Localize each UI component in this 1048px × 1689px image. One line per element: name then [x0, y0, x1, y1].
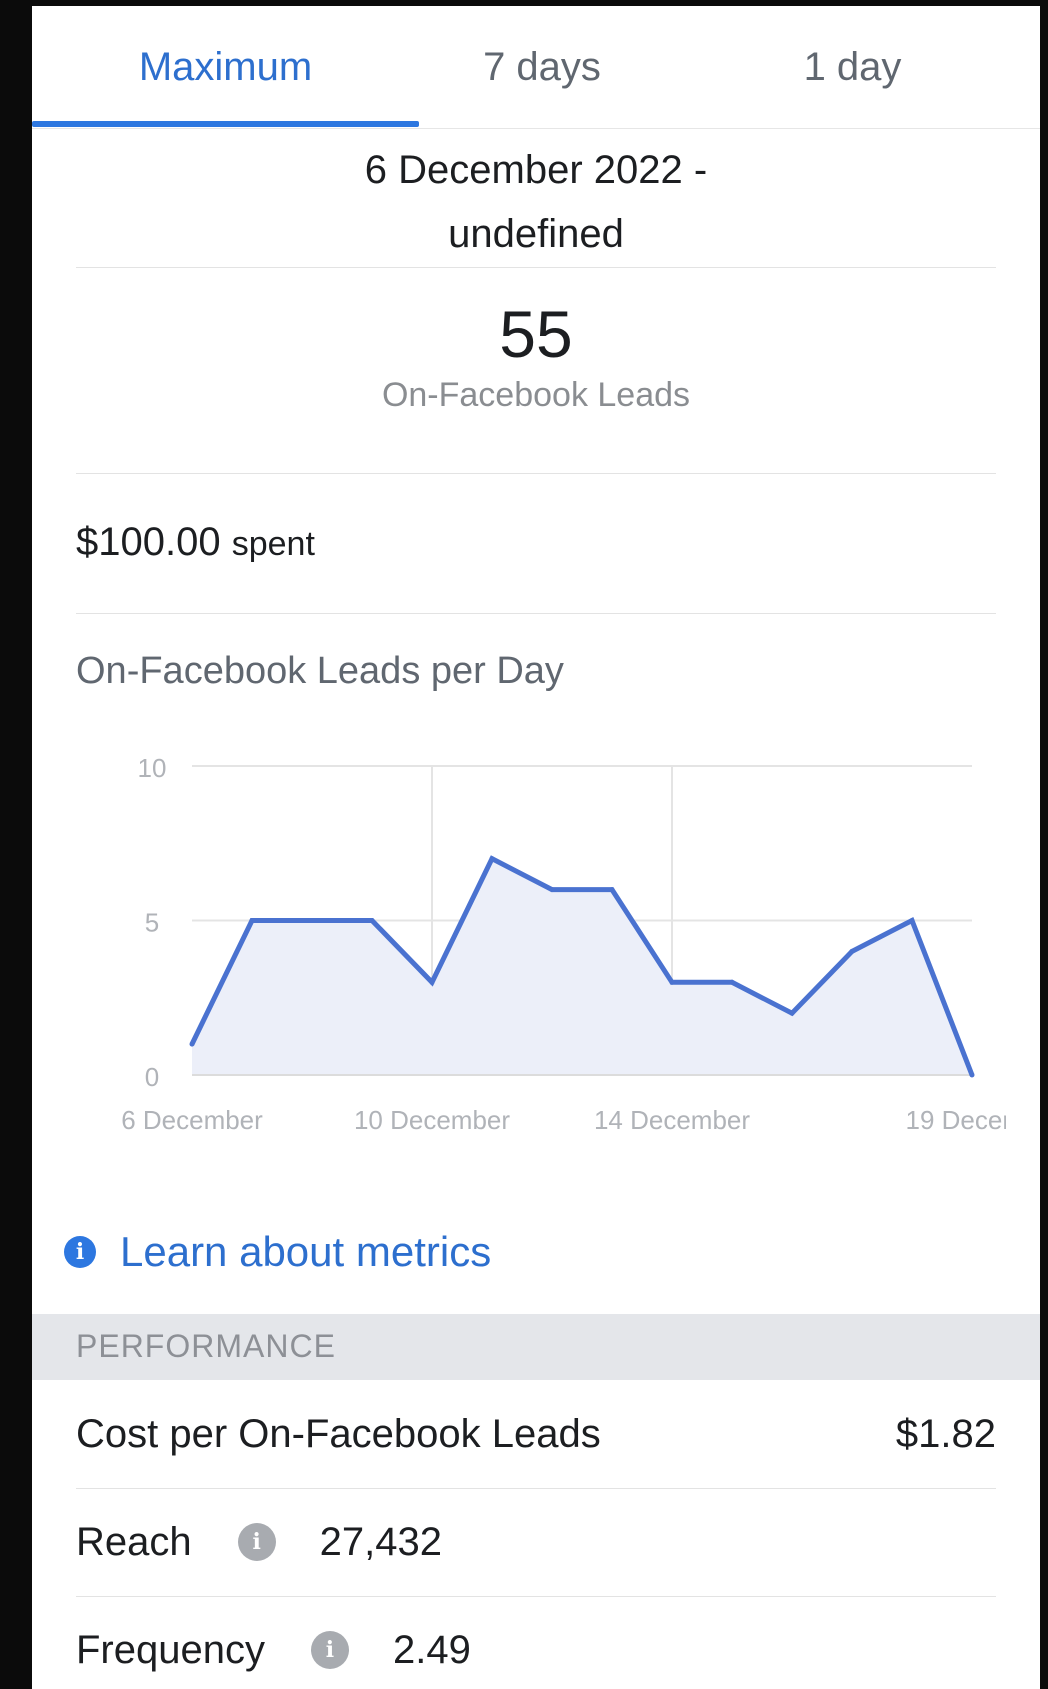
learn-about-metrics-label: Learn about metrics: [120, 1228, 492, 1275]
date-range-tabs: Maximum 7 days 1 day: [32, 6, 1040, 129]
reach-value: 27,432: [319, 1519, 442, 1564]
tab-maximum[interactable]: Maximum: [32, 6, 419, 128]
tab-1-day[interactable]: 1 day: [665, 6, 1040, 128]
data-point: [909, 918, 915, 923]
divider: [76, 267, 996, 268]
cost-per-lead-label: Cost per On-Facebook Leads: [76, 1411, 601, 1456]
spent-amount: $100.00: [76, 520, 221, 564]
leads-per-day-chart: 0 5 10 6 December 10 December 14 December 19 D…: [121, 753, 1006, 1135]
date-range-line-1: 6 December 2022 -: [364, 148, 708, 192]
y-tick-label: 10: [138, 753, 167, 783]
data-point: [549, 887, 555, 893]
data-point: [309, 918, 315, 923]
ad-results-panel: Maximum 7 days 1 day 6 December 2022 - u…: [32, 6, 1040, 1689]
data-point: [729, 979, 735, 985]
data-point: [489, 856, 495, 862]
leads-count: 55: [499, 297, 573, 371]
data-point: [669, 979, 675, 985]
date-range-label: 6 December 2022 - undefined: [76, 138, 996, 264]
tab-7-days[interactable]: 7 days: [419, 6, 665, 128]
x-tick-label: 14 December: [594, 1105, 750, 1135]
frequency-info-icon[interactable]: i: [310, 1631, 349, 1669]
data-point: [189, 1041, 195, 1047]
chart-title: On-Facebook Leads per Day: [76, 650, 564, 692]
y-tick-label: 0: [145, 1062, 159, 1092]
x-tick-label: 10 December: [354, 1105, 510, 1135]
frequency-row: Frequency i 2.49: [76, 1596, 996, 1689]
cost-per-lead-value: $1.82: [895, 1411, 996, 1456]
x-tick-label: 6 December: [121, 1105, 263, 1135]
active-tab-indicator: [32, 121, 419, 127]
cost-per-lead-row: Cost per On-Facebook Leads $1.82: [76, 1380, 996, 1488]
amount-spent: $100.00 spent: [76, 520, 315, 565]
data-point: [789, 1010, 795, 1016]
reach-label: Reach: [76, 1519, 192, 1564]
date-range-line-2: undefined: [448, 212, 624, 256]
y-tick-label: 5: [145, 908, 159, 938]
frequency-value: 2.49: [392, 1627, 471, 1672]
data-point: [849, 948, 855, 954]
x-tick-label: 19 Decemb: [906, 1105, 1006, 1135]
frequency-label: Frequency: [76, 1627, 265, 1672]
reach-info-icon[interactable]: i: [237, 1523, 276, 1561]
leads-count-label: On-Facebook Leads: [381, 376, 691, 414]
data-point: [609, 887, 615, 893]
info-icon: i: [64, 1236, 96, 1268]
divider: [76, 613, 996, 614]
data-point: [969, 1072, 975, 1078]
divider: [76, 473, 996, 474]
reach-row: Reach i 27,432: [76, 1488, 996, 1596]
data-point: [369, 918, 375, 923]
data-point: [429, 979, 435, 985]
learn-about-metrics-link[interactable]: i Learn about metrics: [64, 1228, 491, 1276]
performance-section-header: PERFORMANCE: [32, 1314, 1040, 1380]
spent-suffix: spent: [231, 525, 315, 563]
performance-header-label: PERFORMANCE: [76, 1328, 336, 1364]
data-point: [249, 918, 255, 923]
